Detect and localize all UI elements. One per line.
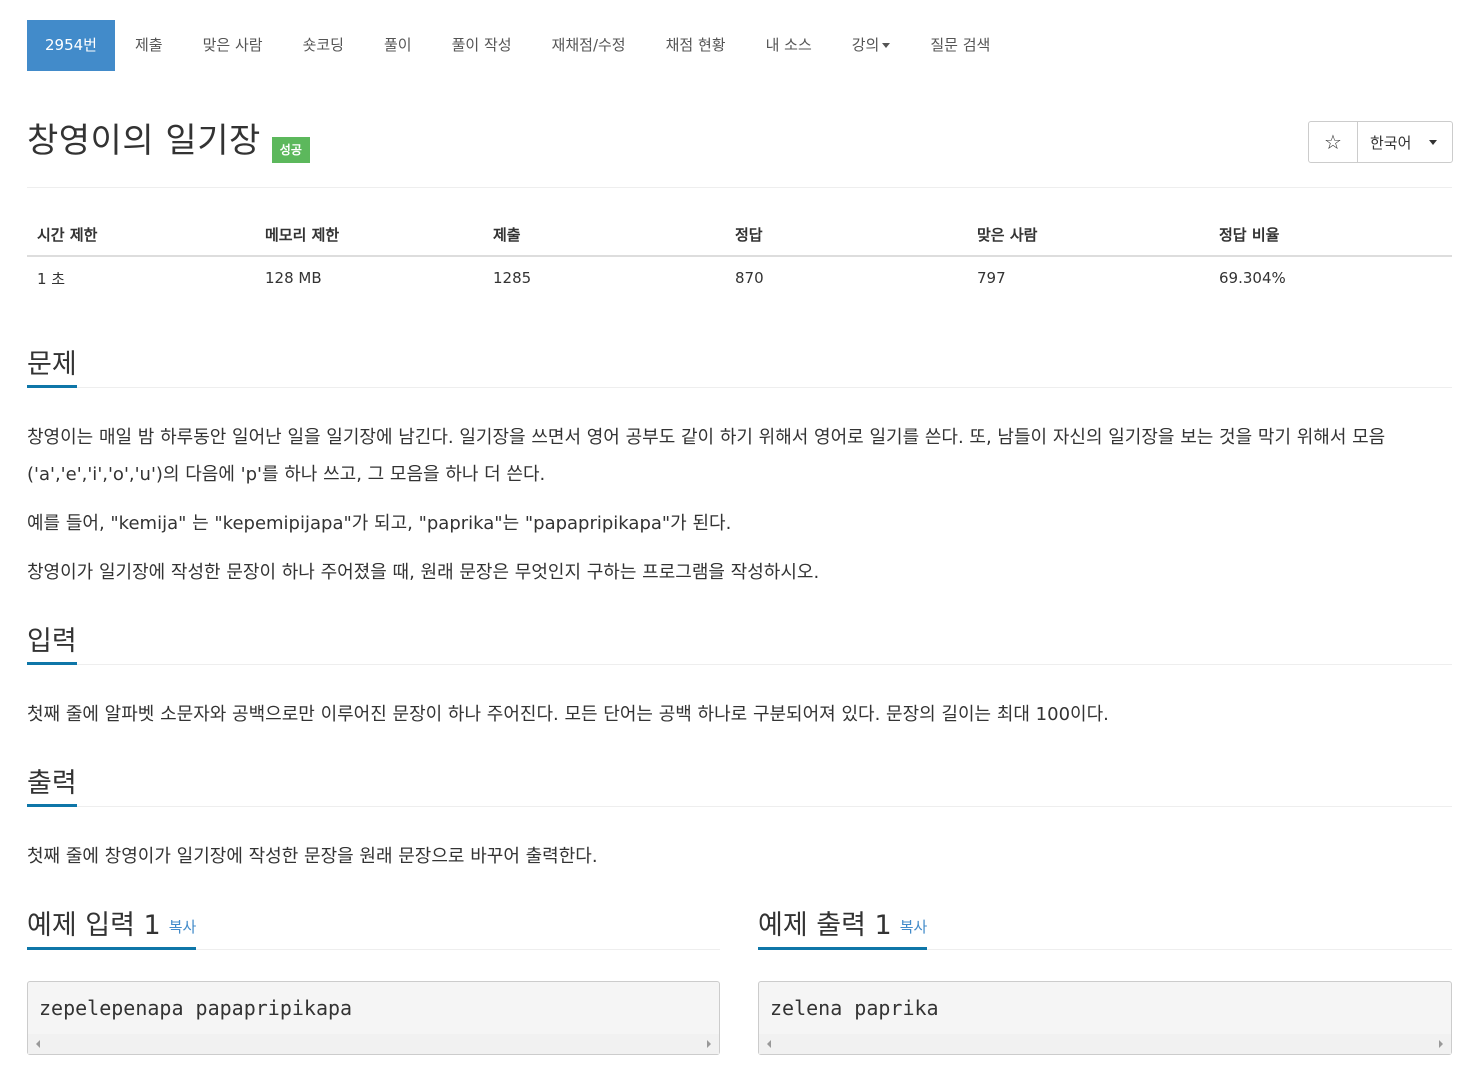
sample-output-code: zelena paprika <box>770 996 939 1020</box>
header-accepted: 정답 <box>725 213 967 257</box>
horizontal-scrollbar[interactable] <box>759 1034 1451 1054</box>
table-row: 1 초 128 MB 1285 870 797 69.304% <box>27 256 1452 299</box>
sample-input-code: zepelepenapa papapripikapa <box>39 996 353 1020</box>
problem-paragraph-2: 예를 들어, "kemija" 는 "kepemipijapa"가 되고, "p… <box>27 513 732 534</box>
problem-info-table: 시간 제한 메모리 제한 제출 정답 맞은 사람 정답 비율 1 초 128 M… <box>27 213 1452 299</box>
nav-rejudge[interactable]: 재채점/수정 <box>532 20 646 71</box>
header-accepted-users: 맞은 사람 <box>967 213 1209 257</box>
header-time-limit: 시간 제한 <box>27 213 255 257</box>
nav-my-source[interactable]: 내 소스 <box>746 20 832 71</box>
scroll-left-icon[interactable] <box>36 1040 40 1048</box>
sample-output-header: 예제 출력 1 복사 <box>758 907 1452 950</box>
chevron-down-icon <box>1429 139 1438 145</box>
nav-solutions[interactable]: 풀이 <box>364 20 432 71</box>
input-section-title: 입력 <box>27 622 77 665</box>
output-description: 첫째 줄에 창영이가 일기장에 작성한 문장을 원래 문장으로 바꾸어 출력한다… <box>27 846 598 867</box>
chevron-down-icon <box>882 43 891 48</box>
problem-section-title: 문제 <box>27 345 77 388</box>
input-description: 첫째 줄에 알파벳 소문자와 공백으로만 이루어진 문장이 하나 주어진다. 모… <box>27 704 1109 725</box>
output-section-header: 출력 <box>27 764 1452 807</box>
input-section-header: 입력 <box>27 622 1452 665</box>
nav-lectures-label: 강의 <box>851 36 880 54</box>
nav-question-search[interactable]: 질문 검색 <box>910 20 1010 71</box>
scroll-right-icon[interactable] <box>707 1040 711 1048</box>
copy-sample-output-button[interactable]: 복사 <box>900 918 928 936</box>
sample-input-header: 예제 입력 1 복사 <box>27 907 720 950</box>
title-divider <box>27 187 1452 188</box>
nav-submit[interactable]: 제출 <box>115 20 183 71</box>
time-limit-value: 1 초 <box>37 269 66 288</box>
header-accept-ratio: 정답 비율 <box>1209 213 1452 257</box>
nav-lectures-dropdown[interactable]: 강의 <box>832 20 911 71</box>
favorite-button[interactable]: ☆ <box>1309 122 1358 162</box>
accepted-value: 870 <box>735 269 764 287</box>
sample-output-title: 예제 출력 1 <box>758 910 892 941</box>
status-badge: 성공 <box>271 137 310 163</box>
horizontal-scrollbar[interactable] <box>28 1034 719 1054</box>
table-header-row: 시간 제한 메모리 제한 제출 정답 맞은 사람 정답 비율 <box>27 213 1452 257</box>
problem-paragraph-1: 창영이는 매일 밤 하루동안 일어난 일을 일기장에 남긴다. 일기장을 쓰면서… <box>27 427 1386 485</box>
problem-section-header: 문제 <box>27 345 1452 388</box>
copy-sample-input-button[interactable]: 복사 <box>169 918 197 936</box>
header-submissions: 제출 <box>483 213 725 257</box>
star-outline-icon: ☆ <box>1324 130 1342 154</box>
problem-paragraph-3: 창영이가 일기장에 작성한 문장이 하나 주어졌을 때, 원래 문장은 무엇인지… <box>27 562 820 583</box>
problem-description: 창영이는 매일 밤 하루동안 일어난 일을 일기장에 남긴다. 일기장을 쓰면서… <box>27 419 1452 591</box>
submissions-value: 1285 <box>493 269 532 287</box>
scroll-left-icon[interactable] <box>767 1040 771 1048</box>
language-label: 한국어 <box>1370 133 1412 152</box>
memory-limit-value: 128 MB <box>265 269 322 287</box>
title-actions: ☆ 한국어 <box>1308 121 1453 163</box>
language-dropdown[interactable]: 한국어 <box>1358 122 1452 162</box>
scroll-right-icon[interactable] <box>1439 1040 1443 1048</box>
sample-input-title: 예제 입력 1 <box>27 910 161 941</box>
title-row: 창영이의 일기장 성공 <box>27 118 310 164</box>
sample-input-title-wrap: 예제 입력 1 복사 <box>27 906 197 950</box>
accepted-users-value: 797 <box>977 269 1006 287</box>
nav-short-coding[interactable]: 숏코딩 <box>283 20 364 71</box>
page-title: 창영이의 일기장 <box>27 121 261 161</box>
header-memory-limit: 메모리 제한 <box>255 213 483 257</box>
nav-status[interactable]: 채점 현황 <box>646 20 746 71</box>
sample-output-box[interactable]: zelena paprika <box>758 981 1452 1055</box>
sample-output-title-wrap: 예제 출력 1 복사 <box>758 906 928 950</box>
accept-ratio-value: 69.304% <box>1219 269 1286 287</box>
nav-accepted-users[interactable]: 맞은 사람 <box>183 20 283 71</box>
nav-write-solution[interactable]: 풀이 작성 <box>432 20 532 71</box>
nav-problem-number[interactable]: 2954번 <box>27 20 115 71</box>
sample-input-box[interactable]: zepelepenapa papapripikapa <box>27 981 720 1055</box>
problem-nav: 2954번 제출 맞은 사람 숏코딩 풀이 풀이 작성 재채점/수정 채점 현황… <box>27 20 1010 71</box>
output-section-title: 출력 <box>27 764 77 807</box>
